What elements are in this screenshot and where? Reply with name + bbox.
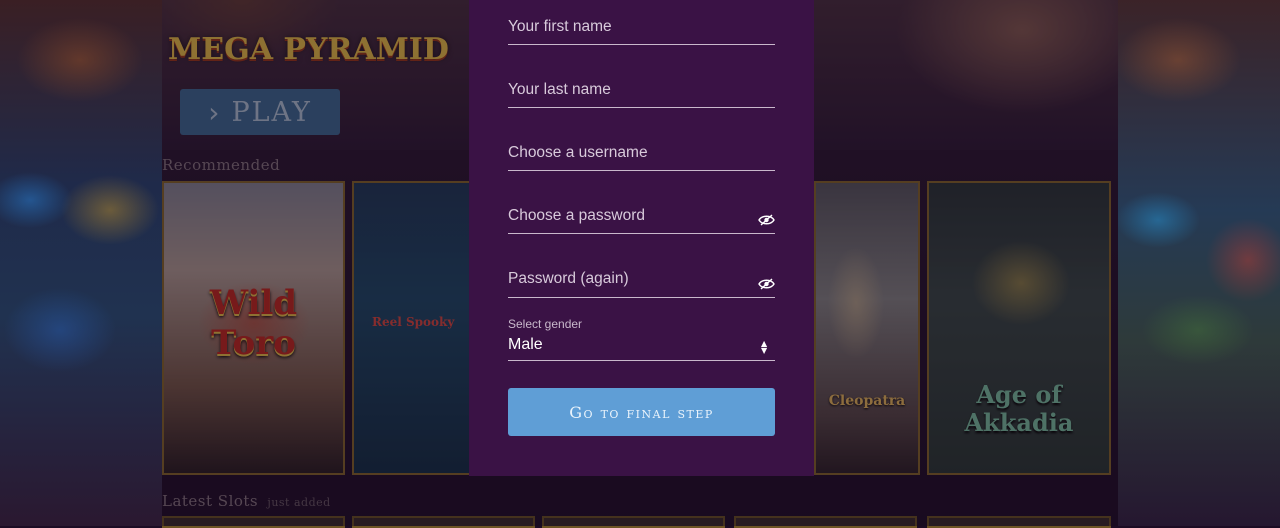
- right-blurred-background: [1118, 0, 1280, 526]
- password-again-field[interactable]: Password (again): [508, 267, 775, 298]
- password-field[interactable]: Choose a password: [508, 204, 775, 234]
- eye-slash-icon[interactable]: [758, 278, 775, 290]
- gender-label: Select gender: [508, 317, 583, 331]
- go-to-final-step-label: Go to final step: [569, 402, 714, 422]
- username-placeholder: Choose a username: [508, 144, 648, 161]
- password-again-placeholder: Password (again): [508, 270, 629, 287]
- eye-slash-icon[interactable]: [758, 214, 775, 226]
- gender-select-value: Male: [508, 336, 543, 353]
- left-blurred-background: [0, 0, 162, 526]
- go-to-final-step-button[interactable]: Go to final step: [508, 388, 775, 436]
- first-name-placeholder: Your first name: [508, 18, 612, 35]
- gender-select[interactable]: [508, 334, 775, 361]
- updown-arrows-icon: ▲ ▼: [761, 339, 768, 355]
- username-field[interactable]: Choose a username: [508, 140, 775, 171]
- last-name-placeholder: Your last name: [508, 81, 611, 98]
- first-name-field[interactable]: Your first name: [508, 14, 775, 45]
- password-placeholder: Choose a password: [508, 207, 645, 224]
- registration-form-panel: Your first name Your last name Choose a …: [469, 0, 814, 476]
- last-name-field[interactable]: Your last name: [508, 77, 775, 108]
